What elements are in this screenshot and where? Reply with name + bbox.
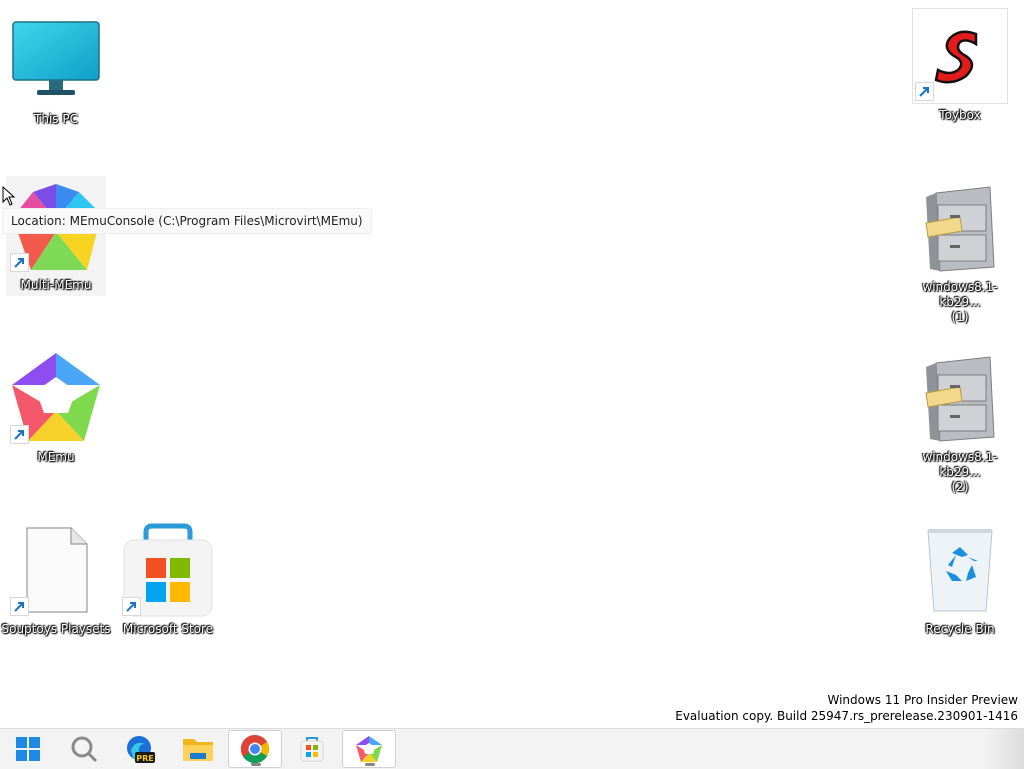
file-explorer-icon — [183, 739, 213, 761]
show-desktop-button[interactable] — [984, 729, 1024, 769]
shortcut-arrow-icon — [10, 253, 29, 272]
watermark-line: Windows 11 Pro Insider Preview — [827, 693, 1018, 707]
microsoft-store-icon — [120, 522, 216, 618]
desktop[interactable]: This PC Multi-MEmu MEmu Souptoys Playset… — [0, 0, 1024, 728]
desktop-icon-multi-memu[interactable]: Multi-MEmu — [6, 176, 106, 296]
location-tooltip: Location: MEmuConsole (C:\Program Files\… — [2, 208, 372, 234]
icon-label: Toybox — [939, 108, 981, 122]
edge-preview-button[interactable]: PRE — [113, 730, 167, 768]
chrome-button[interactable] — [228, 730, 282, 768]
edge-preview-badge: PRE — [136, 754, 154, 763]
icon-label-line: windows8.1-kb29... — [922, 450, 998, 479]
desktop-icon-kb-1[interactable]: windows8.1-kb29... (1) — [910, 176, 1010, 326]
desktop-icon-microsoft-store[interactable]: Microsoft Store — [118, 518, 218, 668]
windows-start-icon — [16, 737, 40, 761]
icon-label: This PC — [34, 112, 78, 126]
desktop-icon-recycle-bin[interactable]: Recycle Bin — [910, 518, 1010, 668]
file-explorer-button[interactable] — [171, 730, 225, 768]
icon-label: windows8.1-kb29... (2) — [904, 450, 1016, 495]
blank-file-icon — [8, 522, 104, 618]
microsoft-store-taskbar-button[interactable] — [285, 730, 339, 768]
start-button[interactable] — [1, 730, 55, 768]
desktop-icon-memu[interactable]: MEmu — [6, 346, 106, 496]
desktop-icon-toybox[interactable]: Toybox — [910, 4, 1010, 154]
recycle-bin-icon — [912, 522, 1008, 618]
icon-label: Microsoft Store — [122, 622, 214, 636]
mouse-cursor-icon — [2, 185, 16, 210]
shortcut-arrow-icon — [10, 425, 29, 444]
memu-taskbar-button[interactable] — [342, 730, 396, 768]
desktop-icon-this-pc[interactable]: This PC — [6, 8, 106, 158]
desktop-icon-souptoys-playsets[interactable]: Souptoys Playsets — [1, 518, 111, 668]
shortcut-arrow-icon — [10, 597, 29, 616]
evaluation-watermark: Windows 11 Pro Insider Preview Evaluatio… — [675, 692, 1018, 724]
desktop-icon-kb-2[interactable]: windows8.1-kb29... (2) — [910, 346, 1010, 496]
shortcut-arrow-icon — [915, 82, 934, 101]
file-cabinet-icon — [912, 350, 1008, 446]
edge-preview-icon: PRE — [127, 736, 155, 763]
icon-label: MEmu — [37, 450, 75, 464]
icon-label-line: windows8.1-kb29... — [922, 280, 998, 309]
icon-label: Souptoys Playsets — [1, 622, 111, 636]
toybox-icon — [912, 8, 1008, 104]
memu-icon — [356, 736, 382, 762]
shortcut-arrow-icon — [122, 597, 141, 616]
memu-icon — [8, 350, 104, 446]
icon-label: windows8.1-kb29... (1) — [904, 280, 1016, 325]
search-icon — [71, 736, 98, 763]
icon-label: Multi-MEmu — [20, 278, 92, 292]
chrome-icon — [240, 734, 269, 764]
watermark-line: Evaluation copy. Build 25947.rs_prerelea… — [675, 709, 1018, 723]
icon-label-line: (1) — [951, 310, 969, 324]
icon-label: Recycle Bin — [925, 622, 995, 636]
search-button[interactable] — [57, 730, 111, 768]
file-cabinet-icon — [912, 180, 1008, 276]
microsoft-store-icon — [300, 737, 324, 762]
monitor-icon — [8, 12, 104, 108]
icon-label-line: (2) — [951, 480, 969, 494]
taskbar: PRE — [0, 728, 1024, 769]
